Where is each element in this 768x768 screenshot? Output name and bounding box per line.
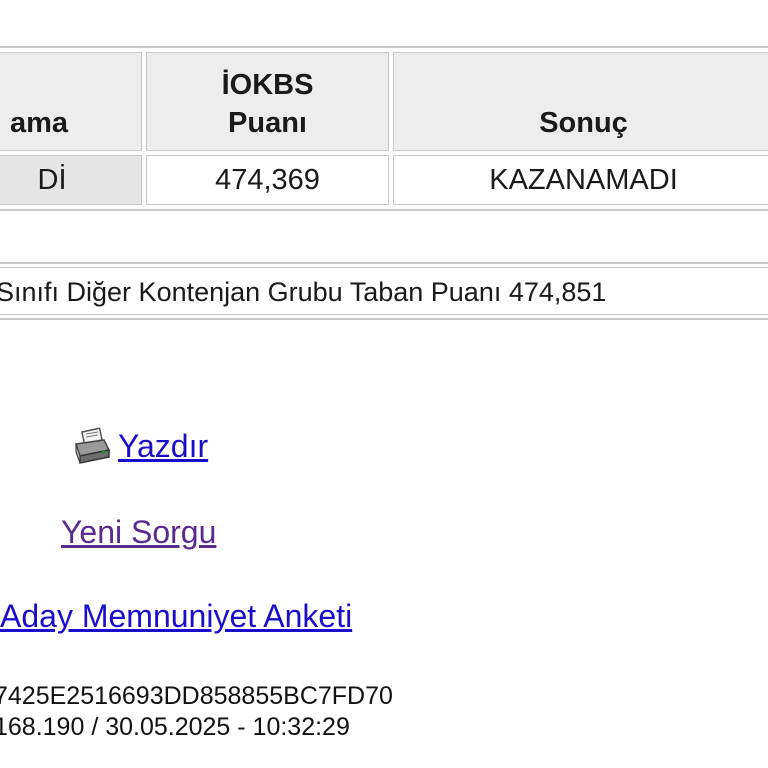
- cell-partial-text: Dİ: [37, 163, 67, 196]
- header-cell-sonuc: Sonuç: [393, 52, 768, 151]
- cell-partial: Dİ: [0, 155, 142, 205]
- ip-timestamp: 168.190 / 30.05.2025 - 10:32:29: [0, 713, 350, 741]
- table-row: Dİ 474,369 KAZANAMADI: [0, 155, 768, 205]
- header-label-sonuc: Sonuç: [539, 107, 628, 139]
- header-cell-partial: ama: [0, 52, 142, 151]
- print-link[interactable]: Yazdır: [72, 426, 208, 466]
- result-page: ama İOKBS Puanı Sonuç Dİ 474,369 KAZANAM…: [0, 0, 768, 768]
- header-label-partial: ama: [9, 107, 69, 139]
- base-score-info-box: Sınıfı Diğer Kontenjan Grubu Taban Puanı…: [0, 262, 768, 320]
- header-label-puani: Puanı: [228, 107, 307, 139]
- printer-icon: [75, 427, 111, 464]
- header-label-iokbs: İOKBS: [221, 69, 314, 101]
- new-query-link[interactable]: Yeni Sorgu: [61, 514, 216, 551]
- cell-iokbs-score: 474,369: [146, 155, 389, 205]
- survey-link[interactable]: Aday Memnuniyet Anketi: [0, 598, 352, 635]
- header-cell-iokbs: İOKBS Puanı: [146, 52, 389, 151]
- table-header-row: ama İOKBS Puanı Sonuç: [0, 52, 768, 151]
- print-link-label[interactable]: Yazdır: [118, 428, 208, 465]
- result-table: ama İOKBS Puanı Sonuç Dİ 474,369 KAZANAM…: [0, 46, 768, 211]
- session-hash: 7425E2516693DD858855BC7FD70: [0, 682, 393, 710]
- base-score-info-text: Sınıfı Diğer Kontenjan Grubu Taban Puanı…: [0, 267, 768, 315]
- cell-result: KAZANAMADI: [393, 155, 768, 205]
